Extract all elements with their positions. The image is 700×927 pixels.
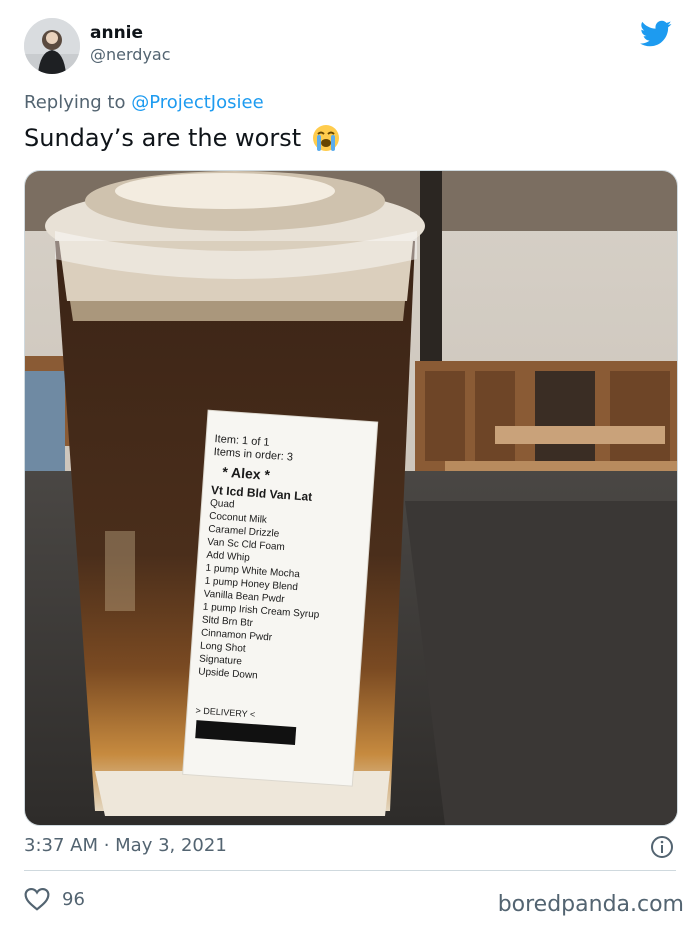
loudly-crying-face-icon (313, 125, 340, 151)
heart-icon (24, 887, 50, 911)
replying-to: Replying to @ProjectJosiee (24, 92, 264, 113)
replying-to-prefix: Replying to (24, 92, 132, 113)
like-button[interactable]: 96 (24, 887, 85, 911)
info-icon[interactable] (650, 835, 674, 859)
user-handle[interactable]: @nerdyac (90, 44, 171, 66)
avatar[interactable] (24, 18, 80, 74)
twitter-bird-icon[interactable] (640, 20, 672, 48)
watermark: boredpanda.com (497, 892, 684, 917)
author-names: annie @nerdyac (90, 22, 171, 66)
like-count: 96 (62, 888, 85, 910)
tweet-timestamp[interactable]: 3:37 AM · May 3, 2021 (24, 835, 227, 856)
tweet-text: Sunday’s are the worst (24, 123, 341, 153)
tweet-photo[interactable]: Item: 1 of 1 Items in order: 3 * Alex * … (24, 170, 678, 826)
mention-link[interactable]: @ProjectJosiee (131, 92, 263, 113)
divider (24, 870, 676, 871)
tweet-text-body: Sunday’s are the worst (24, 124, 302, 152)
order-sticker-text: Item: 1 of 1 Items in order: 3 * Alex * … (195, 433, 365, 728)
tweet-header: annie @nerdyac (24, 18, 676, 78)
avatar-image (24, 18, 80, 74)
display-name[interactable]: annie (90, 22, 171, 44)
